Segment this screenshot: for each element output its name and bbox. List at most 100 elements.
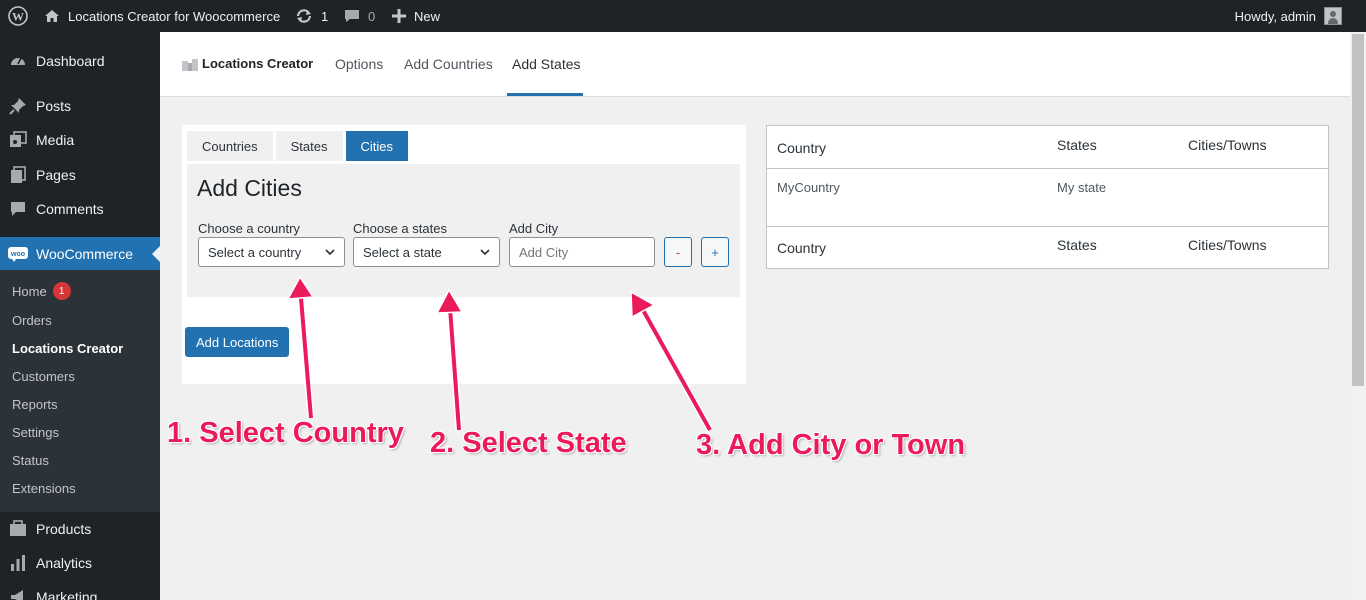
- submenu-label: Extensions: [12, 481, 76, 496]
- add-city-button[interactable]: +: [701, 237, 729, 267]
- table-header: Country States Cities/Towns: [767, 126, 1328, 169]
- svg-text:W: W: [12, 10, 24, 24]
- sidebar-item-label: Analytics: [36, 555, 93, 571]
- account-menu[interactable]: Howdy, admin: [1235, 0, 1342, 32]
- updates-link[interactable]: 1: [295, 0, 328, 32]
- dashboard-icon: [8, 51, 28, 71]
- submenu-item-reports[interactable]: Reports: [12, 397, 58, 412]
- chevron-down-icon: [325, 249, 335, 256]
- annotation-step1: 1. Select Country: [167, 417, 404, 449]
- submenu-item-locations-creator[interactable]: Locations Creator: [12, 341, 123, 356]
- tab-states[interactable]: States: [275, 131, 343, 161]
- sidebar-item-label: Dashboard: [36, 53, 105, 69]
- avatar: [1324, 7, 1342, 25]
- notification-badge: 1: [52, 282, 71, 300]
- howdy-text: Howdy, admin: [1234, 8, 1316, 24]
- column-header-country: Country: [777, 140, 827, 156]
- add-locations-button[interactable]: Add Locations: [185, 327, 290, 357]
- sidebar-item-label: Posts: [36, 98, 72, 114]
- site-name-link[interactable]: Locations Creator for Woocommerce: [44, 0, 280, 32]
- cell-state: My state: [1057, 180, 1107, 195]
- sidebar-item-products[interactable]: Products: [0, 514, 160, 544]
- add-cities-card: Countries States Cities Add Cities Choos…: [182, 125, 746, 384]
- sidebar-item-comments[interactable]: Comments: [0, 194, 160, 224]
- location-type-tabs: Countries States Cities: [187, 131, 409, 161]
- panel-title: Add Cities: [197, 175, 302, 201]
- remove-city-button[interactable]: -: [664, 237, 692, 267]
- comments-count: 0: [368, 8, 376, 24]
- submenu-label: Orders: [12, 313, 52, 328]
- tab-cities[interactable]: Cities: [345, 131, 409, 161]
- sidebar-item-label: Comments: [36, 201, 104, 217]
- tab-countries[interactable]: Countries: [187, 131, 273, 161]
- sidebar-item-woocommerce[interactable]: woo WooCommerce: [0, 237, 160, 271]
- column-footer-cities: Cities/Towns: [1188, 237, 1267, 253]
- home-icon: [45, 10, 59, 22]
- column-footer-states: States: [1057, 237, 1097, 253]
- submenu-item-status[interactable]: Status: [12, 453, 49, 468]
- sidebar-item-label: WooCommerce: [36, 246, 133, 262]
- submenu-label: Reports: [12, 397, 58, 412]
- chevron-down-icon: [480, 249, 490, 256]
- submenu-item-customers[interactable]: Customers: [12, 369, 75, 384]
- country-select-value: Select a country: [208, 244, 302, 260]
- wordpress-logo-icon[interactable]: W: [6, 0, 30, 32]
- submenu-label: Locations Creator: [12, 341, 124, 356]
- tab-options[interactable]: Options: [335, 56, 383, 72]
- country-select[interactable]: Select a country: [198, 237, 345, 267]
- woo-icon: woo: [8, 244, 28, 264]
- page-scrollbar[interactable]: [1350, 32, 1366, 600]
- city-label: Add City: [509, 221, 559, 236]
- state-select[interactable]: Select a state: [353, 237, 500, 267]
- map-icon: [182, 57, 198, 71]
- admin-sidebar: Dashboard Posts Media Pages Comments woo…: [0, 32, 160, 600]
- sidebar-item-marketing[interactable]: Marketing: [0, 582, 160, 600]
- new-label: New: [414, 8, 441, 24]
- submenu-label: Status: [12, 453, 49, 468]
- svg-text:woo: woo: [10, 251, 25, 258]
- column-header-cities: Cities/Towns: [1188, 137, 1267, 153]
- sidebar-item-label: Media: [36, 132, 75, 148]
- sidebar-item-media[interactable]: Media: [0, 125, 160, 155]
- sidebar-item-posts[interactable]: Posts: [0, 91, 160, 121]
- country-label: Choose a country: [198, 221, 300, 236]
- analytics-icon: [8, 553, 28, 573]
- sidebar-item-label: Pages: [36, 167, 76, 183]
- pin-icon: [8, 96, 28, 116]
- scrollbar-thumb[interactable]: [1352, 34, 1364, 386]
- city-input[interactable]: [509, 237, 655, 267]
- plugin-brand: Locations Creator: [182, 56, 313, 71]
- sidebar-item-dashboard[interactable]: Dashboard: [0, 46, 160, 76]
- media-icon: [8, 130, 28, 150]
- plugin-title: Locations Creator: [202, 56, 314, 71]
- submenu-item-settings[interactable]: Settings: [12, 425, 59, 440]
- comment-bubble-icon: [345, 10, 359, 22]
- comments-link[interactable]: 0: [344, 0, 375, 32]
- submenu-item-orders[interactable]: Orders: [12, 313, 52, 328]
- comment-icon: [8, 199, 28, 219]
- updates-count: 1: [321, 8, 329, 24]
- woocommerce-submenu: Home 1 Orders Locations Creator Customer…: [0, 270, 160, 512]
- submenu-label: Home: [12, 283, 47, 299]
- admin-bar: W Locations Creator for Woocommerce 1 0 …: [0, 0, 1366, 32]
- new-content-link[interactable]: New: [392, 0, 440, 32]
- marketing-icon: [8, 587, 28, 600]
- submenu-item-home[interactable]: Home 1: [12, 282, 71, 300]
- table-row: MyCountry My state: [767, 169, 1328, 227]
- locations-table: Country States Cities/Towns MyCountry My…: [766, 125, 1329, 269]
- plus-icon: [392, 9, 406, 23]
- products-icon: [8, 519, 28, 539]
- sidebar-item-analytics[interactable]: Analytics: [0, 548, 160, 578]
- plugin-header: Locations Creator Options Add Countries …: [160, 32, 1350, 97]
- active-tab-indicator: [507, 93, 583, 96]
- active-menu-arrow: [152, 246, 160, 262]
- tab-add-states[interactable]: Add States: [512, 56, 581, 72]
- sidebar-item-pages[interactable]: Pages: [0, 160, 160, 190]
- annotation-step3: 3. Add City or Town: [696, 429, 966, 461]
- annotation-step2: 2. Select State: [430, 427, 627, 459]
- sidebar-item-label: Products: [36, 521, 92, 537]
- submenu-label: Customers: [12, 369, 75, 384]
- submenu-item-extensions[interactable]: Extensions: [12, 481, 76, 496]
- tab-add-countries[interactable]: Add Countries: [404, 56, 493, 72]
- site-title: Locations Creator for Woocommerce: [68, 8, 281, 24]
